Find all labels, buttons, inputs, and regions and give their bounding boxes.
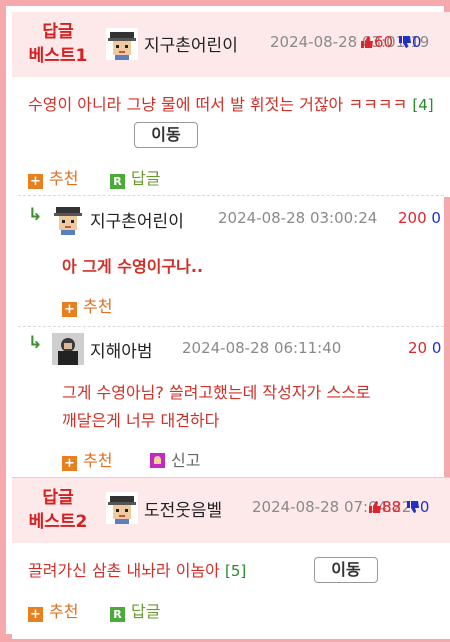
plus-icon: + (62, 302, 77, 317)
reply-arrow-icon: ↳ (28, 333, 43, 353)
best-reply-2-header: 답글 베스트2 도전웃음벨 2024-08-28 07:04:22 88 0 (12, 477, 450, 543)
author-nickname[interactable]: 지구촌어린이 (90, 207, 184, 232)
reply-count: [5] (225, 562, 247, 580)
recommend-button[interactable]: + 추천 (28, 165, 78, 189)
recommend-button[interactable]: + 추천 (28, 598, 78, 622)
nested-reply-1: ↳ 지구촌어린이 2024-08-28 03:00:24 200 0 아 그게 … (12, 197, 450, 327)
move-button[interactable]: 이동 (314, 557, 378, 583)
author-nickname[interactable]: 도전웃음벨 (144, 496, 222, 521)
thumb-down-icon[interactable] (406, 500, 420, 514)
report-icon (150, 453, 165, 468)
reply-arrow-icon: ↳ (28, 205, 43, 225)
reply-content: 수영이 아니라 그냥 물에 떠서 발 휘젓는 거잖아 ㅋㅋㅋㅋ [4] (28, 95, 434, 114)
best-reply-1-body: 수영이 아니라 그냥 물에 떠서 발 휘젓는 거잖아 ㅋㅋㅋㅋ [4] 이동 +… (12, 77, 450, 197)
down-count: 0 (419, 498, 430, 516)
thumb-up-icon[interactable] (368, 500, 382, 514)
reply-icon: R (110, 174, 125, 189)
down-count: 0 (431, 209, 441, 227)
reply-content: 끌려가신 삼촌 내놔라 이놈아 [5] (28, 561, 247, 580)
reply-button[interactable]: R 답글 (110, 165, 160, 189)
divider (18, 195, 444, 196)
best-reply-2-label: 답글 베스트2 (28, 488, 88, 532)
avatar[interactable] (52, 203, 84, 235)
plus-icon: + (28, 607, 43, 622)
recommend-button[interactable]: + 추천 (62, 293, 112, 317)
reply-content: 그게 수영아님? 쓸려고했는데 작성자가 스스로 깨달은게 너무 대견하다 (62, 383, 371, 430)
up-count: 60 (374, 33, 394, 51)
avatar[interactable] (106, 28, 138, 60)
recommend-button[interactable]: + 추천 (62, 447, 112, 471)
move-button[interactable]: 이동 (134, 122, 198, 148)
best-reply-2-body: 끌려가신 삼촌 내놔라 이놈아 [5] 이동 + 추천 R 답글 (12, 543, 450, 639)
post-date: 2024-08-28 03:00:24 (218, 209, 378, 227)
author-nickname[interactable]: 지해아범 (90, 337, 153, 362)
up-count: 20 (408, 339, 428, 357)
thumb-up-icon[interactable] (360, 35, 374, 49)
vote-counts: 88 0 (368, 498, 429, 516)
avatar[interactable] (106, 492, 138, 524)
reply-content: 아 그게 수영이구나.. (62, 257, 204, 276)
best-replies-panel: 답글 베스트1 지구촌어린이 2024-08-28 03:01:19 60 0 (0, 0, 450, 642)
down-count: 0 (411, 33, 422, 51)
best-reply-1-header: 답글 베스트1 지구촌어린이 2024-08-28 03:01:19 60 0 (12, 12, 450, 77)
nested-reply-2: ↳ 지해아범 2024-08-28 06:11:40 20 0 그게 수영아님?… (12, 327, 450, 477)
up-count: 88 (382, 498, 402, 516)
reply-count: [4] (412, 96, 434, 114)
avatar[interactable] (52, 333, 84, 365)
thumb-down-icon[interactable] (398, 35, 412, 49)
up-count: 200 (398, 209, 427, 227)
report-button[interactable]: 신고 (150, 447, 200, 471)
reply-button[interactable]: R 답글 (110, 598, 160, 622)
post-date: 2024-08-28 06:11:40 (182, 339, 342, 357)
plus-icon: + (28, 174, 43, 189)
vote-counts: 60 0 (360, 33, 421, 51)
author-nickname[interactable]: 지구촌어린이 (144, 31, 238, 56)
vote-counts: 200 0 (398, 209, 441, 227)
reply-icon: R (110, 607, 125, 622)
vote-counts: 20 0 (408, 339, 441, 357)
down-count: 0 (431, 339, 442, 357)
plus-icon: + (62, 456, 77, 471)
best-reply-1-label: 답글 베스트1 (28, 22, 88, 66)
